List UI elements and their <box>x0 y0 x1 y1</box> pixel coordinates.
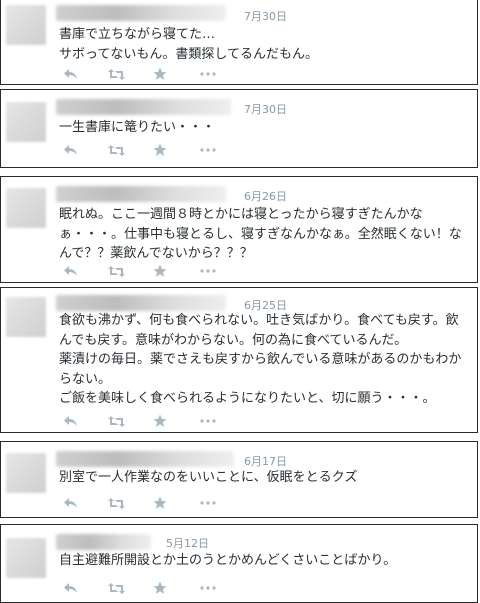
avatar[interactable] <box>6 188 46 228</box>
more-icon[interactable] <box>199 263 217 279</box>
tweet-date[interactable]: 6月17日 <box>244 453 287 469</box>
avatar[interactable] <box>6 5 46 45</box>
user-name-blurred[interactable] <box>56 295 226 311</box>
star-icon[interactable] <box>151 66 169 82</box>
more-icon[interactable] <box>199 580 217 596</box>
tweet-text: 眠れぬ。ここ一週間８時とかには寝とったから寝すぎたんかなぁ・・・。仕事中も寝とる… <box>59 207 462 261</box>
avatar[interactable] <box>6 453 46 493</box>
retweet-icon[interactable] <box>107 580 125 596</box>
reply-icon[interactable] <box>61 495 79 511</box>
user-name-blurred[interactable] <box>56 99 231 115</box>
more-icon[interactable] <box>199 142 217 158</box>
tweet[interactable]: 6月26日 眠れぬ。ここ一週間８時とかには寝とったから寝すぎたんかなぁ・・・。仕… <box>0 176 478 283</box>
reply-icon[interactable] <box>61 142 79 158</box>
tweet-text: 書庫で立ちながら寝てた… サボってないもん。書類探してるんだもん。 <box>59 27 318 62</box>
tweet[interactable]: 6月25日 食欲も沸かず、何も食べられない。吐き気ばかり。食べても戻す。飲んでも… <box>0 287 478 433</box>
more-icon[interactable] <box>199 495 217 511</box>
tweet-text: 食欲も沸かず、何も食べられない。吐き気ばかり。食べても戻す。飲んでも戻す。意味が… <box>59 313 462 406</box>
tweet-actions <box>59 263 279 279</box>
avatar[interactable] <box>6 297 46 337</box>
retweet-icon[interactable] <box>107 495 125 511</box>
tweet-actions <box>59 580 279 596</box>
star-icon[interactable] <box>151 263 169 279</box>
reply-icon[interactable] <box>61 413 79 429</box>
star-icon[interactable] <box>151 413 169 429</box>
user-name-blurred[interactable] <box>56 451 234 467</box>
tweet-text: 別室で一人作業なのをいいことに、仮眠をとるクズ <box>59 470 358 485</box>
user-name-blurred[interactable] <box>56 5 226 21</box>
user-name-blurred[interactable] <box>56 534 151 550</box>
star-icon[interactable] <box>151 495 169 511</box>
tweet-actions <box>59 66 279 82</box>
tweet[interactable]: 5月12日 自主避難所開設とか土のうとかめんどくさいことばかり。 <box>0 524 478 603</box>
user-name-blurred[interactable] <box>56 186 226 202</box>
tweet-actions <box>59 413 279 429</box>
tweet[interactable]: 7月30日 書庫で立ちながら寝てた… サボってないもん。書類探してるんだもん。 <box>0 0 478 85</box>
reply-icon[interactable] <box>61 580 79 596</box>
avatar[interactable] <box>6 538 46 578</box>
tweet-date[interactable]: 7月30日 <box>244 8 287 24</box>
star-icon[interactable] <box>151 580 169 596</box>
star-icon[interactable] <box>151 142 169 158</box>
tweet-text: 自主避難所開設とか土のうとかめんどくさいことばかり。 <box>59 553 397 568</box>
tweet[interactable]: 6月17日 別室で一人作業なのをいいことに、仮眠をとるクズ <box>0 441 478 518</box>
more-icon[interactable] <box>199 66 217 82</box>
tweet-date[interactable]: 6月26日 <box>244 188 287 204</box>
more-icon[interactable] <box>199 413 217 429</box>
tweet-date[interactable]: 5月12日 <box>166 535 209 551</box>
avatar[interactable] <box>6 102 46 142</box>
tweet-actions <box>59 142 279 158</box>
reply-icon[interactable] <box>61 263 79 279</box>
retweet-icon[interactable] <box>107 413 125 429</box>
retweet-icon[interactable] <box>107 263 125 279</box>
retweet-icon[interactable] <box>107 142 125 158</box>
tweet-actions <box>59 495 279 511</box>
tweet-feed: 7月30日 書庫で立ちながら寝てた… サボってないもん。書類探してるんだもん。 … <box>0 0 480 603</box>
tweet-date[interactable]: 7月30日 <box>244 101 287 117</box>
tweet[interactable]: 7月30日 一生書庫に篭りたい・・・ <box>0 89 478 168</box>
reply-icon[interactable] <box>61 66 79 82</box>
tweet-text: 一生書庫に篭りたい・・・ <box>59 120 216 135</box>
retweet-icon[interactable] <box>107 66 125 82</box>
